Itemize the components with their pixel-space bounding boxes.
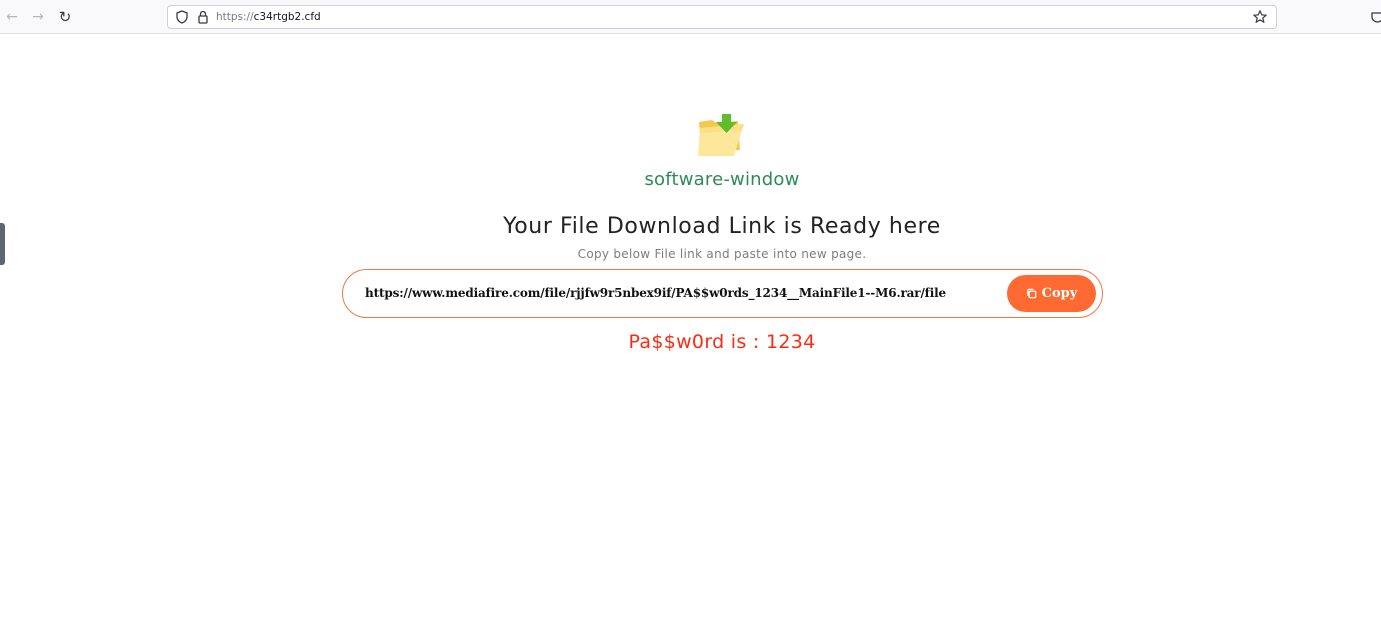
copy-icon [1026,288,1036,299]
shield-icon[interactable] [174,9,190,25]
password-text: Pa$$w0rd is : 1234 [628,331,816,353]
page-title: Your File Download Link is Ready here [503,214,941,239]
url-protocol: https:// [216,11,254,23]
pocket-icon[interactable] [1371,10,1381,24]
folder-download-icon [698,114,744,156]
download-link-box: https://www.mediafire.com/file/rjjfw9r5n… [342,269,1103,318]
copy-button-label: Copy [1041,286,1078,301]
copy-button[interactable]: Copy [1007,275,1096,312]
download-link-text[interactable]: https://www.mediafire.com/file/rjjfw9r5n… [365,286,946,300]
address-bar[interactable]: https://c34rtgb2.cfd [167,5,1277,29]
bookmark-star-icon[interactable] [1252,9,1268,25]
url-host: c34rtgb2.cfd [253,11,321,23]
lock-icon[interactable] [195,9,211,25]
instruction-text: Copy below File link and paste into new … [577,247,867,261]
browser-toolbar: ← → ↻ https://c34rtgb2.cfd [0,0,1381,34]
back-arrow-icon[interactable]: ← [3,8,21,26]
site-name: software-window [644,169,800,190]
url-text[interactable]: https://c34rtgb2.cfd [216,10,321,24]
forward-arrow-icon[interactable]: → [29,8,47,26]
reload-icon[interactable]: ↻ [56,8,74,26]
